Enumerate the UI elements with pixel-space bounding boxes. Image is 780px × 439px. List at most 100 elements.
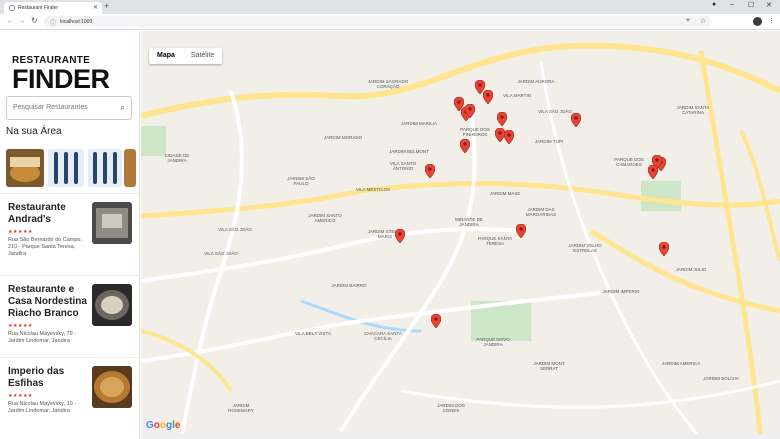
tab-title: Restaurant Finder bbox=[18, 5, 59, 11]
browser-tab[interactable]: Restaurant Finder ✕ bbox=[4, 2, 102, 14]
address-bar[interactable]: ⓘ localhost:1000 bbox=[44, 16, 712, 27]
area-label: VILA SÃO JOÃO bbox=[218, 227, 252, 232]
restaurant-pin-icon[interactable] bbox=[503, 129, 515, 145]
restaurant-photo[interactable] bbox=[92, 202, 132, 244]
search-input[interactable]: Pesquisar Restaurantes ⌕ bbox=[6, 96, 132, 120]
restaurant-pin-icon[interactable] bbox=[496, 111, 508, 127]
area-label: JARDIM BELMONT bbox=[389, 149, 429, 154]
info-icon[interactable]: ⓘ bbox=[50, 18, 56, 27]
restaurant-list: Restaurante Andrad's ★★★★★ Rua São Berna… bbox=[0, 193, 139, 439]
area-label: JARDIM ROSEMARY bbox=[228, 403, 254, 413]
area-label: MIRANTE DE JANDIRA bbox=[455, 217, 483, 227]
area-label: JARDIM MONT SERRAT bbox=[533, 361, 565, 371]
area-label: CHÁCARA SANTA CECÍLIA bbox=[364, 331, 402, 341]
sidebar: RESTAURANTE FINDER Pesquisar Restaurante… bbox=[0, 31, 140, 439]
area-label: JARDIM MARILIA bbox=[400, 121, 437, 126]
restaurant-address: Rua Nicolau Mayevsky, 79 - Jardim Lindom… bbox=[8, 331, 77, 344]
horizontal-scrollbar[interactable] bbox=[141, 434, 780, 439]
restaurant-pin-icon[interactable] bbox=[424, 163, 436, 179]
restaurant-pin-icon[interactable] bbox=[515, 223, 527, 239]
area-label: PARQUE NOVO JANDIRA bbox=[476, 337, 510, 347]
browser-tab-strip: Restaurant Finder ✕ + ● – ☐ ✕ bbox=[0, 0, 780, 14]
restaurant-photo-icon bbox=[92, 366, 132, 408]
area-label: PARQUE DOS PINHEIROS bbox=[460, 127, 490, 137]
thumbnail-burger[interactable] bbox=[6, 149, 44, 187]
area-label: JARDIM SAGRADO CORAÇÃO bbox=[367, 79, 409, 89]
tab-map[interactable]: Mapa bbox=[149, 48, 183, 64]
area-label: VILA MARTIN bbox=[503, 93, 531, 98]
maximize-icon[interactable]: ☐ bbox=[748, 1, 754, 9]
area-label: VILA MESTICOS bbox=[355, 187, 391, 192]
google-logo: Google bbox=[146, 420, 181, 431]
area-label: VILA SÃO JOÃO bbox=[538, 109, 572, 114]
restaurant-card[interactable]: Restaurante Andrad's ★★★★★ Rua São Berna… bbox=[0, 193, 139, 275]
restaurant-photo-icon bbox=[92, 202, 132, 244]
area-label: VILA SÃO JOÃO bbox=[204, 251, 238, 256]
favicon-icon bbox=[9, 5, 15, 11]
area-label: JARDIM IMPERIO bbox=[602, 289, 640, 294]
url-text: localhost:1000 bbox=[60, 19, 93, 25]
area-label: JARDIM BOLIVIA bbox=[703, 376, 739, 381]
profile-indicator-icon[interactable]: ● bbox=[712, 1, 716, 8]
area-label: JARDIM SANTO AMERICO bbox=[308, 213, 342, 223]
browser-toolbar: ← → ↻ ⓘ localhost:1000 ⌖ ☆ ⋮ bbox=[0, 14, 780, 30]
thumbnail-cutlery-2[interactable] bbox=[88, 149, 122, 187]
restaurant-address: Rua Nicolau Mayevsky, 10 - Jardim Lindom… bbox=[8, 401, 77, 414]
new-tab-button[interactable]: + bbox=[104, 1, 109, 11]
restaurant-name[interactable]: Restaurante e Casa Nordestina Riacho Bra… bbox=[8, 284, 88, 320]
location-icon[interactable]: ⌖ bbox=[686, 17, 690, 25]
restaurant-name[interactable]: Restaurante Andrad's bbox=[8, 202, 88, 226]
area-label: PARQUE DOS CAMAROES bbox=[614, 157, 644, 167]
map-canvas[interactable] bbox=[141, 31, 780, 439]
restaurant-pin-icon[interactable] bbox=[459, 138, 471, 154]
close-window-icon[interactable]: ✕ bbox=[766, 1, 772, 9]
area-label: VILA SANTO ANTONIO bbox=[389, 161, 417, 171]
restaurant-card[interactable]: Restaurante e Casa Nordestina Riacho Bra… bbox=[0, 275, 139, 357]
restaurant-pin-icon[interactable] bbox=[430, 313, 442, 329]
restaurant-name[interactable]: Imperio das Esfihas bbox=[8, 366, 88, 390]
map-type-control: Mapa Satélite bbox=[149, 48, 223, 64]
area-label: JARDIM MORADO bbox=[323, 135, 363, 140]
restaurant-pin-icon[interactable] bbox=[647, 164, 659, 180]
back-icon[interactable]: ← bbox=[6, 16, 14, 25]
reload-icon[interactable]: ↻ bbox=[31, 16, 38, 25]
restaurant-pin-icon[interactable] bbox=[464, 103, 476, 119]
avatar[interactable] bbox=[753, 17, 762, 26]
restaurant-photo[interactable] bbox=[92, 366, 132, 408]
thumbnail-cutlery-1[interactable] bbox=[48, 149, 84, 187]
area-label: JARDIM SÃO PAULO bbox=[287, 176, 315, 186]
area-label: JARDIM DAS MARGARIDAS bbox=[525, 207, 557, 217]
section-title: Na sua Área bbox=[6, 126, 62, 137]
cutlery-icon bbox=[88, 149, 122, 187]
restaurant-pin-icon[interactable] bbox=[570, 112, 582, 128]
close-tab-icon[interactable]: ✕ bbox=[93, 4, 98, 11]
area-label: JARDIM VELHO ESTRELAS bbox=[568, 243, 602, 253]
restaurant-address: Rua São Bernardo do Campo, 210 - Parque … bbox=[8, 237, 82, 257]
logo-main-text: FINDER bbox=[12, 64, 110, 94]
restaurant-pin-icon[interactable] bbox=[658, 241, 670, 257]
restaurant-pin-icon[interactable] bbox=[394, 228, 406, 244]
restaurant-photo-icon bbox=[92, 284, 132, 326]
restaurant-photo[interactable] bbox=[92, 284, 132, 326]
area-label: JARDIM BAIRRO bbox=[331, 283, 367, 288]
search-icon[interactable]: ⌕ bbox=[120, 102, 125, 113]
restaurant-pin-icon[interactable] bbox=[482, 89, 494, 105]
area-label: CIDADE DE JANDIRA bbox=[164, 153, 190, 163]
bookmark-star-icon[interactable]: ☆ bbox=[700, 17, 706, 25]
minimize-icon[interactable]: – bbox=[730, 1, 734, 8]
area-label: JARDIM DOS CISNES bbox=[437, 403, 465, 413]
tab-satellite[interactable]: Satélite bbox=[183, 48, 222, 64]
forward-icon[interactable]: → bbox=[18, 16, 26, 25]
area-label: VILA BELA VISTA bbox=[295, 331, 331, 336]
thumbnail-food[interactable] bbox=[124, 149, 136, 187]
search-placeholder: Pesquisar Restaurantes bbox=[13, 104, 88, 111]
area-label: JARDIM MASE bbox=[489, 191, 521, 196]
cutlery-icon bbox=[48, 149, 84, 187]
area-label: JARDIM TUPI bbox=[534, 139, 564, 144]
menu-dots-icon[interactable]: ⋮ bbox=[768, 17, 775, 25]
area-label: JARDIM SANTA CATARINA bbox=[676, 105, 710, 115]
nearby-thumbnails bbox=[6, 149, 136, 187]
area-label: JARDIM JULIO bbox=[675, 267, 707, 272]
restaurant-card[interactable]: Imperio das Esfihas ★★★★★ Rua Nicolau Ma… bbox=[0, 357, 139, 439]
map-view[interactable]: Mapa Satélite JARDIM SAGRADO CORAÇÃO JAR… bbox=[141, 31, 780, 439]
